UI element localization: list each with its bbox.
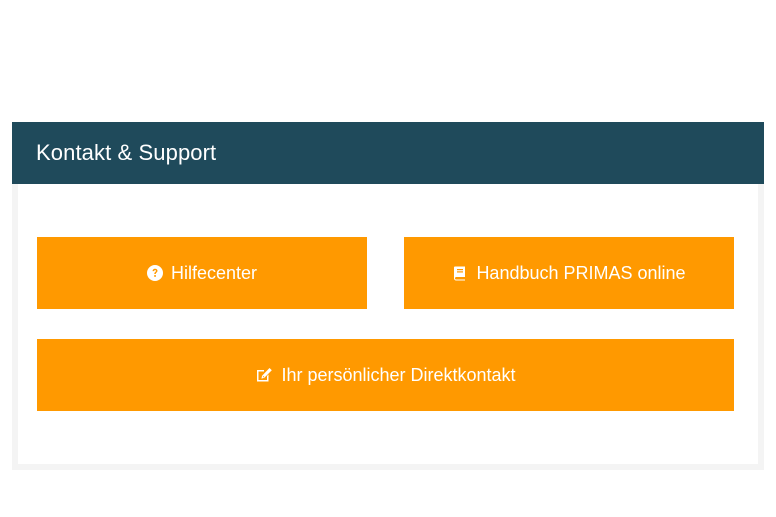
edit-icon xyxy=(255,367,273,383)
panel-title: Kontakt & Support xyxy=(36,140,217,165)
question-circle-icon xyxy=(146,265,163,281)
direct-contact-button[interactable]: Ihr persönlicher Direktkontakt xyxy=(37,339,734,411)
manual-online-label: Handbuch PRIMAS online xyxy=(476,262,686,283)
direct-contact-label: Ihr persönlicher Direktkontakt xyxy=(281,364,516,385)
help-center-label: Hilfecenter xyxy=(170,262,258,283)
help-center-button[interactable]: Hilfecenter xyxy=(37,237,367,309)
panel-body xyxy=(12,184,764,470)
manual-online-button[interactable]: Handbuch PRIMAS online xyxy=(404,237,734,309)
page: Kontakt & Support Hilfecenter Handbuch P… xyxy=(0,0,776,517)
panel-header: Kontakt & Support xyxy=(12,122,764,184)
book-icon xyxy=(452,265,468,281)
